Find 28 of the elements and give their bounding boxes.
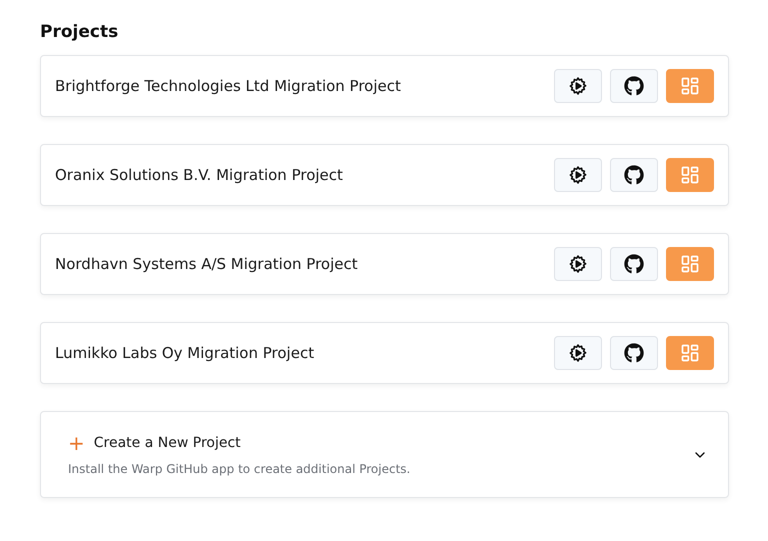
gear-play-icon <box>568 165 588 185</box>
github-button[interactable] <box>610 158 658 192</box>
gear-play-icon <box>568 254 588 274</box>
plus-icon: + <box>68 433 85 453</box>
github-icon <box>624 76 644 96</box>
dashboard-icon <box>680 165 700 185</box>
settings-button[interactable] <box>554 158 602 192</box>
github-button[interactable] <box>610 247 658 281</box>
settings-button[interactable] <box>554 247 602 281</box>
project-name: Lumikko Labs Oy Migration Project <box>55 344 314 362</box>
github-icon <box>624 254 644 274</box>
dashboard-icon <box>680 76 700 96</box>
github-button[interactable] <box>610 69 658 103</box>
github-icon <box>624 165 644 185</box>
settings-button[interactable] <box>554 336 602 370</box>
github-icon <box>624 343 644 363</box>
section-title: Projects <box>40 22 120 42</box>
project-name: Oranix Solutions B.V. Migration Project <box>55 166 343 184</box>
settings-button[interactable] <box>554 69 602 103</box>
create-project-description: Install the Warp GitHub app to create additional Projects. <box>68 462 410 476</box>
github-button[interactable] <box>610 336 658 370</box>
project-name: Brightforge Technologies Ltd Migration Project <box>55 77 401 95</box>
gear-play-icon <box>568 343 588 363</box>
dashboard-icon <box>680 254 700 274</box>
project-name: Nordhavn Systems A/S Migration Project <box>55 255 358 273</box>
gear-play-icon <box>568 76 588 96</box>
create-project-title[interactable]: Create a New Project <box>94 435 241 451</box>
dashboard-icon <box>680 343 700 363</box>
